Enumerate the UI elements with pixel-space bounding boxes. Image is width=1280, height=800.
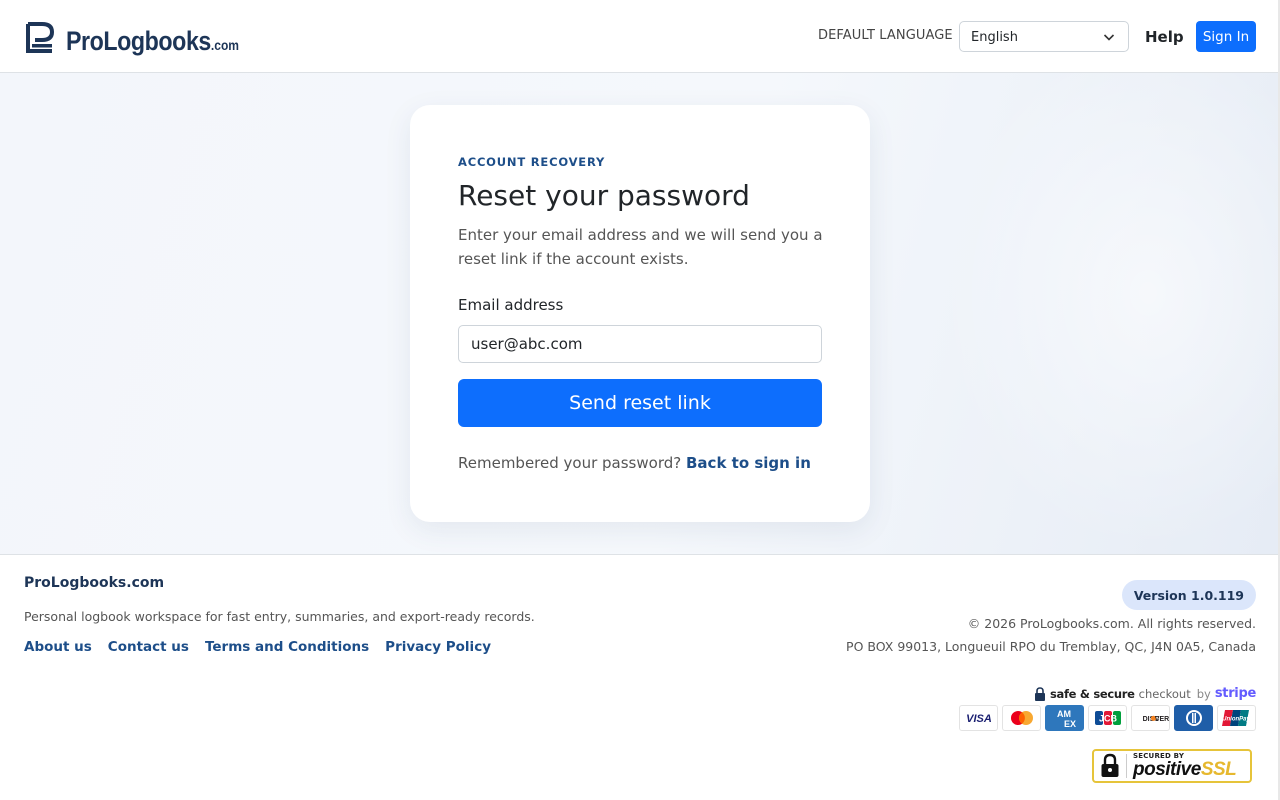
unionpay-icon: UnionPay	[1217, 705, 1256, 731]
visa-icon: VISA	[959, 705, 998, 731]
stripe-checkout-text: checkout	[1138, 686, 1191, 701]
email-field[interactable]	[458, 325, 822, 363]
svg-text:EX: EX	[1064, 719, 1076, 729]
language-select-value: English	[971, 30, 1018, 45]
address-text: PO BOX 99013, Longueuil RPO du Tremblay,…	[846, 639, 1256, 654]
positive-ssl-seal[interactable]: SECURED BY positiveSSL	[1092, 749, 1252, 783]
footer-link-contact[interactable]: Contact us	[108, 639, 189, 655]
remember-password-text: Remembered your password? Back to sign i…	[458, 454, 811, 472]
diners-icon	[1174, 705, 1213, 731]
svg-text:VISA: VISA	[966, 713, 992, 724]
site-logo[interactable]: ProLogbooks.com	[26, 17, 267, 55]
footer-tagline: Personal logbook workspace for fast entr…	[24, 609, 535, 624]
svg-text:AM: AM	[1057, 709, 1071, 719]
back-to-sign-in-link[interactable]: Back to sign in	[686, 454, 811, 472]
padlock-icon	[1101, 753, 1119, 777]
footer-links: About us Contact us Terms and Conditions…	[24, 639, 491, 655]
mastercard-icon	[1002, 705, 1041, 731]
logo-text: ProLogbooks.com	[66, 26, 240, 56]
ssl-positive-text: positiveSSL	[1133, 759, 1237, 780]
stripe-safe-text: safe & secure	[1049, 686, 1135, 701]
chevron-down-icon	[1103, 34, 1115, 41]
language-select[interactable]: English	[959, 21, 1129, 52]
card-eyebrow: ACCOUNT RECOVERY	[458, 155, 606, 169]
version-badge: Version 1.0.119	[1121, 580, 1256, 610]
svg-text:UnionPay: UnionPay	[1222, 717, 1250, 723]
help-link[interactable]: Help	[1145, 28, 1184, 46]
site-header: ProLogbooks.com DEFAULT LANGUAGE English…	[0, 0, 1278, 73]
card-description: Enter your email address and we will sen…	[458, 226, 823, 268]
svg-text:JCB: JCB	[1098, 714, 1117, 724]
amex-icon: AM EX	[1045, 705, 1084, 731]
send-reset-link-button[interactable]: Send reset link	[458, 379, 822, 427]
default-language-label: DEFAULT LANGUAGE	[818, 28, 953, 43]
lock-icon	[1034, 686, 1045, 701]
stripe-logo: stripe	[1214, 686, 1256, 701]
payment-methods: VISA AM EX JCB DISC VER UnionPay	[959, 705, 1256, 731]
email-label: Email address	[458, 296, 564, 314]
sign-in-button[interactable]: Sign In	[1196, 21, 1256, 52]
copyright-text: © 2026 ProLogbooks.com. All rights reser…	[967, 616, 1256, 631]
jcb-icon: JCB	[1088, 705, 1127, 731]
page-title: Reset your password	[458, 179, 750, 212]
discover-icon: DISC VER	[1131, 705, 1170, 731]
footer-brand: ProLogbooks.com	[24, 575, 165, 591]
footer-link-privacy[interactable]: Privacy Policy	[385, 639, 491, 655]
ssl-separator	[1126, 754, 1127, 778]
footer-link-about[interactable]: About us	[24, 639, 92, 655]
ssl-text: SECURED BY positiveSSL	[1133, 753, 1237, 780]
footer-link-terms[interactable]: Terms and Conditions	[205, 639, 369, 655]
svg-text:VER: VER	[1154, 716, 1168, 723]
stripe-secure-checkout: safe & secure checkout by stripe	[1034, 686, 1256, 701]
logo-mark-icon	[26, 22, 54, 53]
site-footer: ProLogbooks.com Personal logbook workspa…	[0, 556, 1278, 800]
reset-password-card: ACCOUNT RECOVERY Reset your password Ent…	[410, 105, 870, 522]
stripe-by-text: by	[1196, 686, 1211, 701]
remember-text: Remembered your password?	[458, 454, 682, 472]
main-content: ACCOUNT RECOVERY Reset your password Ent…	[0, 73, 1278, 555]
